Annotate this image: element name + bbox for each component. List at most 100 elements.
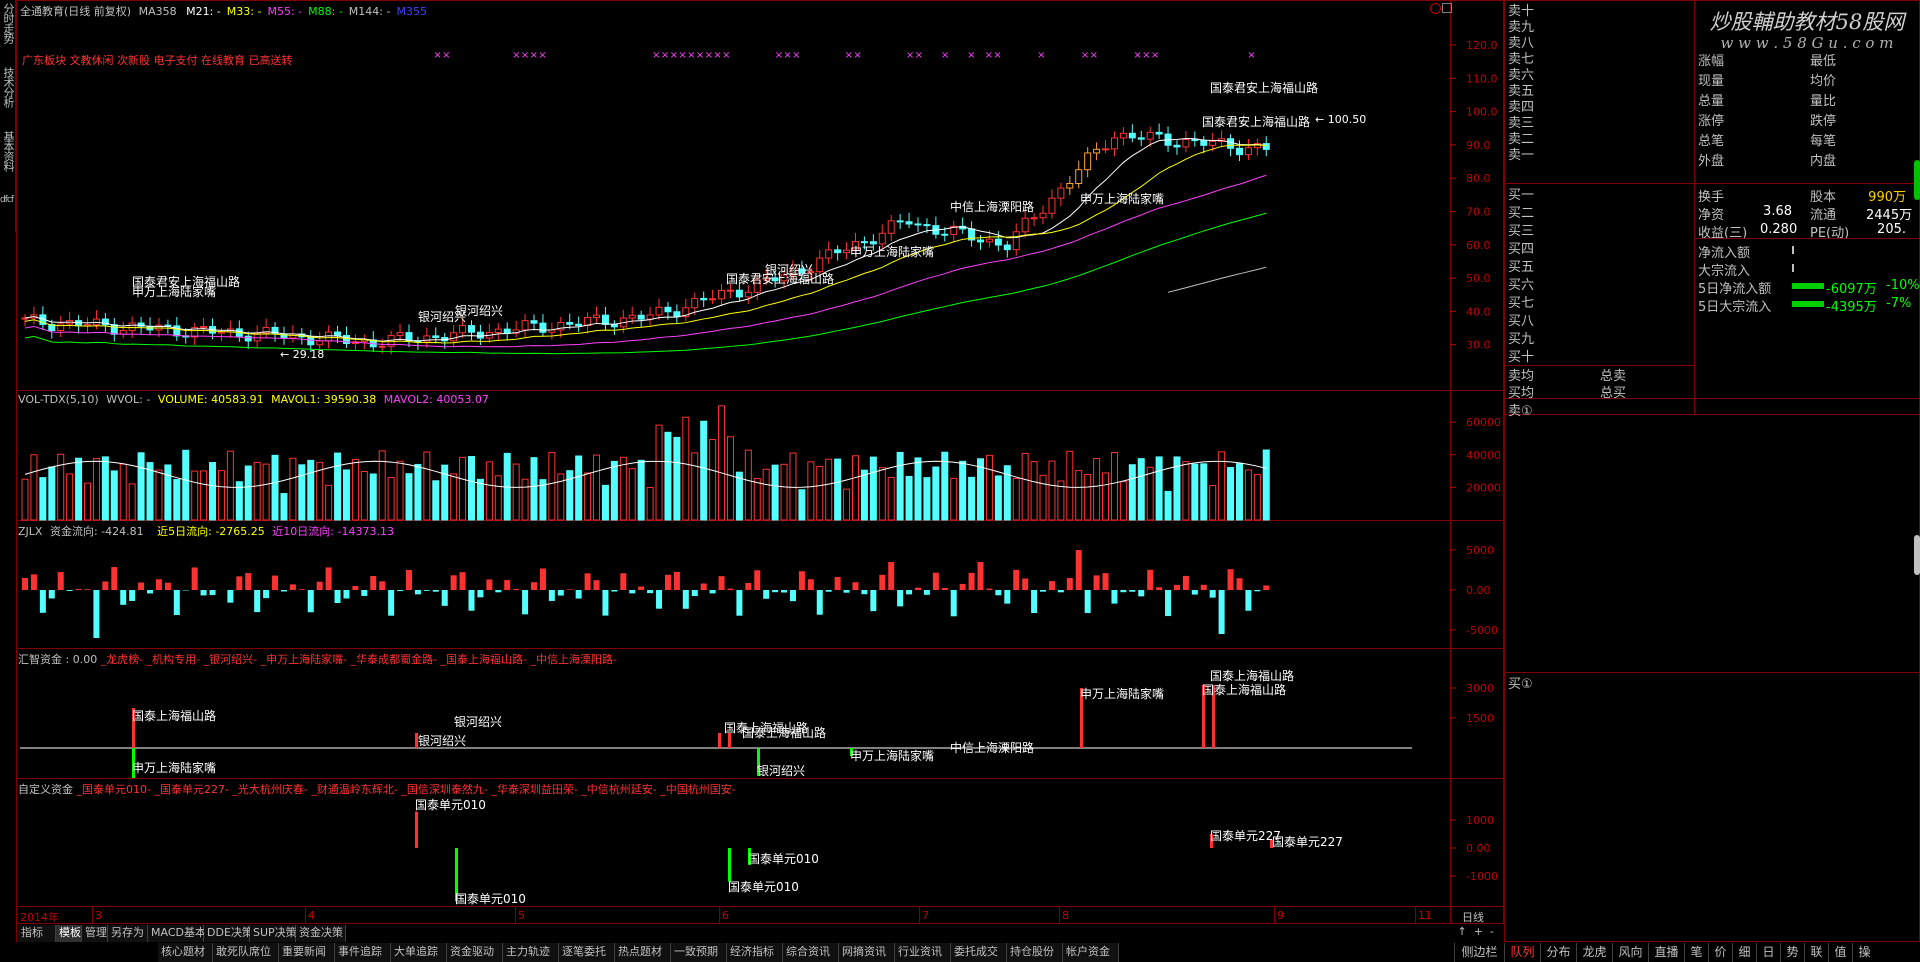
quote-value: 0.280 bbox=[1760, 222, 1798, 237]
candle-body bbox=[941, 233, 949, 236]
right-tab[interactable]: 细 bbox=[1732, 943, 1756, 962]
candle-body bbox=[1137, 137, 1145, 140]
func-tab[interactable]: 行业资讯 bbox=[895, 943, 951, 962]
candle-body bbox=[566, 322, 574, 325]
flow-bar bbox=[1120, 590, 1127, 593]
scroll-handle-2[interactable] bbox=[1914, 160, 1920, 200]
func-tab[interactable]: 核心题材 bbox=[158, 943, 213, 962]
x-marker: × bbox=[652, 50, 660, 61]
flow-bar bbox=[1173, 584, 1180, 590]
vol-bar bbox=[682, 416, 690, 521]
vol-tick-label: 40000 bbox=[1466, 449, 1501, 462]
right-tab[interactable]: 分布 bbox=[1540, 943, 1576, 962]
x-marker: × bbox=[906, 50, 914, 61]
vol-bar bbox=[950, 477, 958, 521]
vol-bar bbox=[584, 472, 592, 521]
func-tab[interactable]: 敢死队席位 bbox=[213, 943, 279, 962]
func-tab[interactable]: 重要新闻 bbox=[279, 943, 335, 962]
candle-body bbox=[709, 298, 717, 301]
bottom-tab[interactable]: 资金决策 bbox=[296, 925, 346, 942]
flow-bar bbox=[423, 590, 430, 591]
flow-bar bbox=[1182, 575, 1189, 590]
right-tab[interactable]: 值 bbox=[1828, 943, 1852, 962]
func-tab[interactable]: 综合资讯 bbox=[783, 943, 839, 962]
high-label: ← 100.50 bbox=[1315, 113, 1366, 126]
flow-bar bbox=[227, 590, 234, 603]
flow-bar bbox=[513, 589, 520, 590]
candle-body bbox=[887, 220, 895, 234]
bottom-tab[interactable]: 指标 bbox=[18, 925, 56, 942]
price-tick-label: 80.0 bbox=[1466, 172, 1491, 185]
right-tab[interactable]: 侧边栏 bbox=[1454, 943, 1504, 962]
right-tab[interactable]: 联 bbox=[1804, 943, 1828, 962]
month-tick bbox=[919, 906, 920, 924]
flow-bar bbox=[414, 590, 421, 595]
flow-value: -6097万 bbox=[1826, 282, 1877, 297]
vol-bar bbox=[941, 451, 949, 521]
right-tab[interactable]: 队列 bbox=[1504, 943, 1540, 962]
vol-bar bbox=[164, 464, 172, 521]
func-tab[interactable]: 大单追踪 bbox=[391, 943, 447, 962]
month-tick bbox=[1415, 906, 1416, 924]
bottom-tab[interactable]: 另存为 bbox=[108, 925, 148, 942]
func-tab[interactable]: 一致预期 bbox=[671, 943, 727, 962]
bottom-tab[interactable]: DDE决策 bbox=[204, 925, 253, 942]
func-tab[interactable]: 经济指标 bbox=[727, 943, 783, 962]
flow-bar bbox=[843, 590, 850, 593]
x-marker: × bbox=[687, 50, 695, 61]
flow-bar bbox=[263, 590, 270, 599]
quote-label: 现量 bbox=[1698, 74, 1725, 89]
price-tick-label: 50.0 bbox=[1466, 272, 1491, 285]
vol-bar bbox=[968, 476, 976, 521]
price-tick-label: 100.0 bbox=[1466, 106, 1498, 119]
func-tab[interactable]: 帐户资金 bbox=[1063, 943, 1119, 962]
price-annotation: 申万上海陆家嘴 bbox=[132, 284, 216, 299]
func-tab[interactable]: 逐笔委托 bbox=[559, 943, 615, 962]
bottom-tab[interactable]: 管理 bbox=[82, 925, 108, 942]
flow-bar bbox=[620, 573, 627, 590]
buy1-queue: 买① bbox=[1508, 677, 1533, 692]
month-tick bbox=[515, 906, 516, 924]
zoom-controls[interactable]: ↑ + - bbox=[1454, 925, 1504, 942]
candle-body bbox=[860, 241, 868, 244]
candle-body bbox=[646, 314, 654, 320]
func-tab[interactable]: 委托成交 bbox=[951, 943, 1007, 962]
func-tab[interactable]: 持仓股份 bbox=[1007, 943, 1063, 962]
flow-bar bbox=[1031, 590, 1038, 614]
func-tab[interactable]: 网摘资讯 bbox=[839, 943, 895, 962]
right-tab[interactable]: 价 bbox=[1708, 943, 1732, 962]
func-tab[interactable]: 热点题材 bbox=[615, 943, 671, 962]
candle-body bbox=[128, 322, 136, 332]
scroll-handle[interactable] bbox=[1914, 535, 1920, 575]
bottom-tab[interactable]: SUP决策 bbox=[250, 925, 297, 942]
quote-label: 内盘 bbox=[1810, 154, 1837, 169]
zdy-label: 国泰单元227 bbox=[1210, 829, 1281, 843]
candle-body bbox=[334, 331, 342, 336]
bottom-tab[interactable]: MACD基本 bbox=[148, 925, 206, 942]
price-annotation: 申万上海陆家嘴 bbox=[1080, 191, 1164, 206]
candle-body bbox=[1209, 140, 1217, 146]
right-tab[interactable]: 风向 bbox=[1612, 943, 1648, 962]
month-tick bbox=[1059, 906, 1060, 924]
vol-bar bbox=[84, 482, 92, 521]
candle-body bbox=[923, 224, 931, 227]
x-marker: × bbox=[1133, 50, 1141, 61]
right-tab[interactable]: 龙虎 bbox=[1576, 943, 1612, 962]
bottom-tab[interactable]: 模板 bbox=[56, 925, 82, 942]
right-tab[interactable]: 势 bbox=[1780, 943, 1804, 962]
right-tab[interactable]: 直播 bbox=[1648, 943, 1684, 962]
right-tab[interactable]: 操 bbox=[1852, 943, 1876, 962]
func-tab[interactable]: 事件追踪 bbox=[335, 943, 391, 962]
flow-bar bbox=[977, 562, 984, 590]
price-tick-label: 120.0 bbox=[1466, 39, 1498, 52]
vol-bar bbox=[1066, 450, 1074, 521]
right-tab[interactable]: 日 bbox=[1756, 943, 1780, 962]
right-tab[interactable]: 笔 bbox=[1684, 943, 1708, 962]
candle-body bbox=[896, 220, 904, 223]
func-tab[interactable]: 资金驱动 bbox=[447, 943, 503, 962]
volume-bars: 60000 40000 20000 bbox=[21, 405, 1501, 521]
flow-bar bbox=[316, 581, 323, 590]
vol-bar bbox=[1227, 467, 1235, 521]
vol-bar bbox=[1039, 474, 1047, 521]
func-tab[interactable]: 主力轨迹 bbox=[503, 943, 559, 962]
